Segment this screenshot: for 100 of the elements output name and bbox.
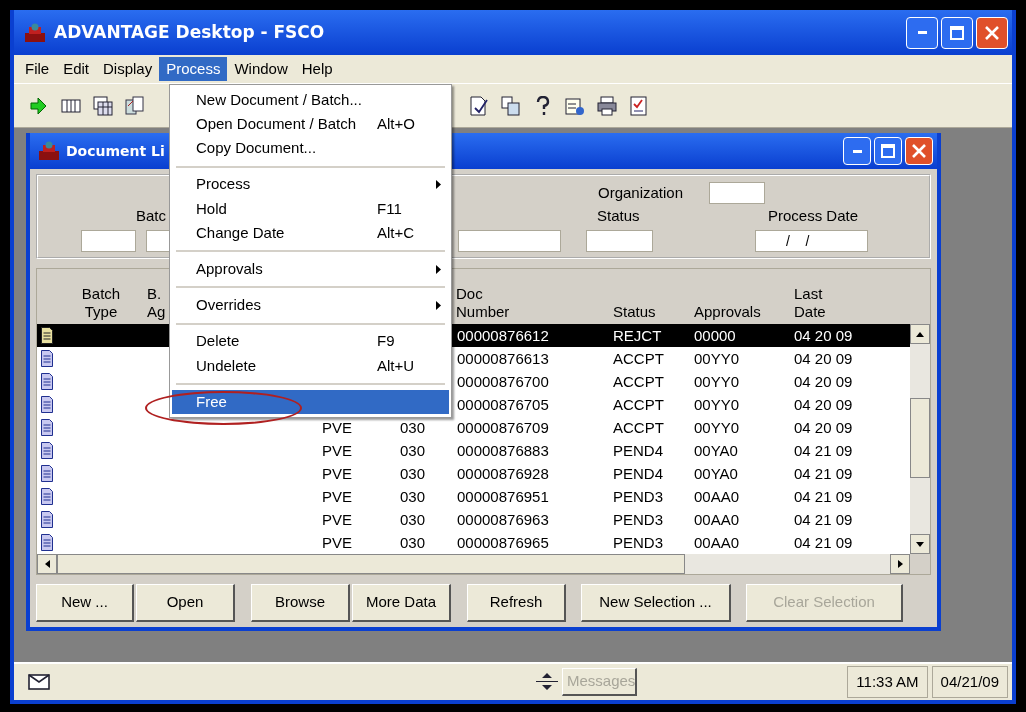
documents-icon[interactable] bbox=[125, 95, 145, 116]
menu-item[interactable]: Copy Document... bbox=[172, 136, 449, 161]
table-cell-text: 04 20 09 bbox=[794, 351, 854, 366]
close-button[interactable] bbox=[976, 16, 1008, 49]
field-label: Process Date bbox=[768, 207, 859, 225]
maximize-button[interactable] bbox=[941, 16, 973, 49]
status-time: 11:33 AM bbox=[847, 665, 928, 699]
document-check-icon[interactable] bbox=[469, 95, 489, 116]
table-cell-text: PEND3 bbox=[613, 489, 665, 504]
organization-field[interactable] bbox=[709, 182, 765, 204]
menu-item[interactable]: Window bbox=[227, 57, 295, 81]
table-cell-text: 00YA0 bbox=[694, 466, 739, 481]
table-cell-text: PVE bbox=[321, 489, 353, 504]
minimize-icon[interactable] bbox=[852, 149, 862, 153]
table-cell-text: 04 20 09 bbox=[794, 397, 854, 412]
table-cell-text: 00000 bbox=[694, 328, 737, 343]
scroll-right-icon[interactable] bbox=[897, 560, 903, 568]
menu-item[interactable]: Display bbox=[96, 57, 160, 81]
menu-item[interactable]: File bbox=[18, 57, 57, 81]
action-button[interactable]: Open bbox=[136, 584, 235, 622]
table-cell-text: 00000876951 bbox=[456, 489, 550, 504]
column-header: Last Date bbox=[794, 285, 827, 321]
menu-item[interactable]: New Document / Batch... bbox=[172, 88, 449, 113]
envelope-icon[interactable] bbox=[28, 674, 50, 690]
table-cell-text: 00YY0 bbox=[694, 351, 741, 366]
maximize-icon[interactable] bbox=[881, 144, 895, 158]
horizontal-scrollbar[interactable] bbox=[37, 554, 910, 574]
menu-item[interactable]: Open Document / Batch Alt+O bbox=[172, 112, 449, 137]
scroll-thumb[interactable] bbox=[910, 398, 930, 478]
table-cell-text: ACCPT bbox=[613, 420, 665, 435]
table-cell-text: 00AA0 bbox=[694, 512, 741, 527]
process-date-field[interactable]: / / bbox=[755, 230, 868, 252]
table-cell-text: 04 20 09 bbox=[794, 420, 854, 435]
table-cell-text: PVE bbox=[321, 443, 353, 458]
checklist-icon[interactable] bbox=[629, 95, 649, 116]
table-cell-text: 030 bbox=[398, 512, 426, 527]
action-button[interactable]: Refresh bbox=[467, 584, 566, 622]
table-cell-text: PEND4 bbox=[613, 443, 665, 458]
document-question-icon[interactable] bbox=[565, 95, 585, 116]
menu-item[interactable]: Approvals bbox=[172, 257, 449, 282]
maximize-icon[interactable] bbox=[950, 25, 964, 40]
scroll-thumb[interactable] bbox=[57, 554, 685, 574]
scroll-left-icon[interactable] bbox=[44, 560, 50, 568]
copy-icon[interactable] bbox=[501, 95, 521, 116]
table-cell-text: ACCPT bbox=[613, 397, 665, 412]
table-cell-text: PVE bbox=[321, 512, 353, 527]
menu-item[interactable]: Hold F11 bbox=[172, 196, 449, 221]
menu-item[interactable]: Edit bbox=[56, 57, 97, 81]
action-button[interactable]: New Selection ... bbox=[581, 584, 731, 622]
action-button[interactable]: New ... bbox=[36, 584, 134, 622]
minimize-button[interactable] bbox=[843, 137, 871, 165]
table-cell-text: 00YY0 bbox=[694, 420, 741, 435]
field-label: Status bbox=[597, 207, 640, 225]
close-icon[interactable] bbox=[912, 144, 926, 158]
table-cell-text: PVE bbox=[321, 535, 353, 550]
menu-item[interactable]: Help bbox=[294, 57, 340, 81]
table-cell-text: 00YA0 bbox=[694, 443, 739, 458]
scroll-up-icon[interactable] bbox=[916, 331, 924, 337]
column-header: Doc Number bbox=[455, 285, 511, 321]
table-cell-text: ACCPT bbox=[613, 374, 665, 389]
printer-icon[interactable] bbox=[597, 95, 617, 116]
close-button[interactable] bbox=[905, 137, 933, 165]
menu-item[interactable]: Process bbox=[159, 57, 228, 81]
table-cell-text: PVE bbox=[321, 466, 353, 481]
table-cell-text: 00000876965 bbox=[456, 535, 550, 550]
table-cell-text: 00000876883 bbox=[456, 443, 550, 458]
table-cell-text: PEND4 bbox=[613, 466, 665, 481]
window-title: ADVANTAGE Desktop - FSCO bbox=[54, 20, 325, 44]
status-field[interactable] bbox=[586, 230, 653, 252]
table-cell-text: PVE bbox=[321, 420, 353, 435]
table-cell-text: 030 bbox=[398, 489, 426, 504]
app-logo-icon bbox=[38, 141, 60, 161]
maximize-button[interactable] bbox=[874, 137, 902, 165]
doc-id-field[interactable] bbox=[458, 230, 561, 252]
minimize-icon[interactable] bbox=[917, 31, 927, 34]
scroll-down-icon[interactable] bbox=[916, 541, 924, 547]
action-button[interactable]: More Data bbox=[352, 584, 451, 622]
arrow-icon[interactable] bbox=[29, 95, 49, 116]
table-cell-text: 00YY0 bbox=[694, 397, 741, 412]
field-label: Organization bbox=[598, 184, 684, 202]
table-cell-text: 030 bbox=[398, 466, 426, 481]
table-cell-text: 030 bbox=[398, 420, 426, 435]
menu-item[interactable]: Process bbox=[172, 172, 449, 197]
table-cell-text: 00000876700 bbox=[456, 374, 550, 389]
batch-type-field[interactable] bbox=[81, 230, 136, 252]
window-icon[interactable] bbox=[93, 95, 113, 116]
vertical-scrollbar[interactable] bbox=[910, 324, 930, 554]
minimize-button[interactable] bbox=[906, 16, 938, 49]
table-cell-text: 00000876963 bbox=[456, 512, 550, 527]
table-cell-text: REJCT bbox=[613, 328, 663, 343]
field-label: Batc bbox=[136, 207, 166, 225]
menu-item[interactable]: Delete F9 bbox=[172, 329, 449, 354]
menu-item[interactable]: Free bbox=[172, 389, 449, 415]
menu-item[interactable]: Undelete Alt+U bbox=[172, 353, 449, 378]
menu-item[interactable]: Change Date Alt+C bbox=[172, 220, 449, 246]
action-button[interactable]: Browse bbox=[251, 584, 350, 622]
menu-item[interactable]: Overrides bbox=[172, 293, 449, 318]
column-header: Batch Type bbox=[80, 285, 122, 321]
close-icon[interactable] bbox=[985, 25, 999, 40]
window-title: Document Li bbox=[66, 141, 165, 161]
